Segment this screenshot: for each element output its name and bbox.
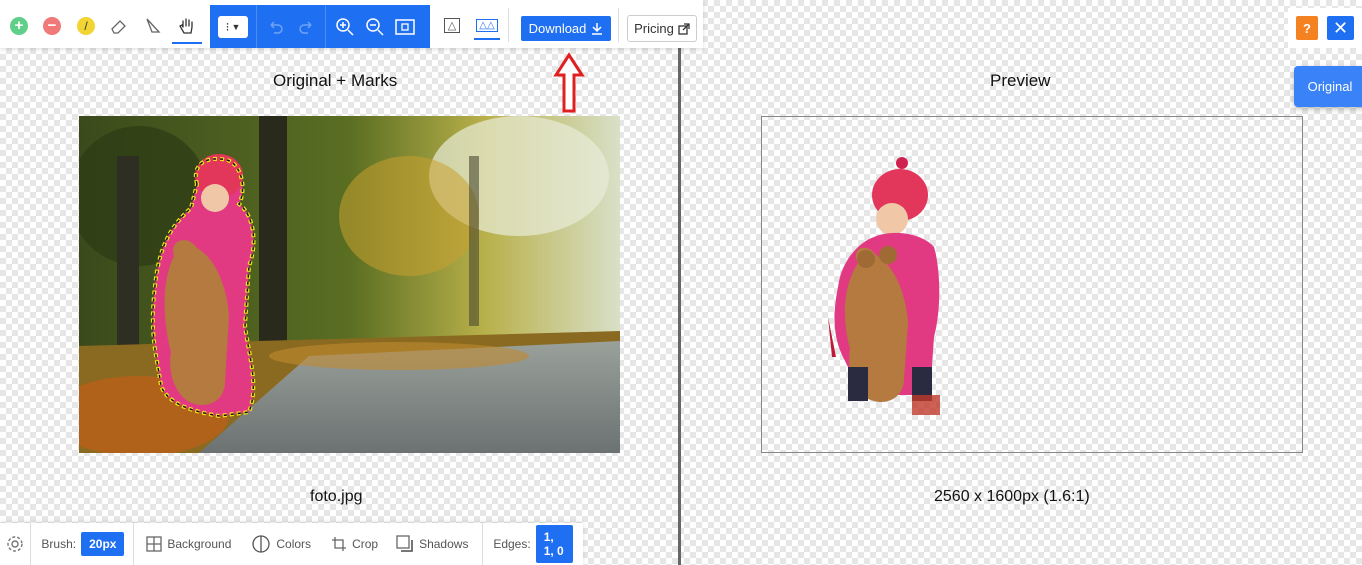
crop-button[interactable]: Crop [321,536,388,552]
close-button[interactable]: ✕ [1327,16,1354,40]
dimensions-caption: 2560 x 1600px (1.6:1) [934,488,1090,505]
background-grid-icon [146,536,162,552]
separator [508,8,509,42]
original-image[interactable] [79,116,620,453]
bottom-toolbar: Brush: 20px Background Colors Crop Shado… [0,523,583,565]
hand-icon [179,18,193,34]
brush-size-value[interactable]: 20px [81,532,125,556]
background-label: Background [167,537,232,551]
gear-icon [7,536,23,552]
red-arrow-annotation [553,52,585,113]
mode-dropdown[interactable]: ⁝ ▼ [218,15,248,38]
mode-label: ⁝ [225,19,230,34]
top-toolbar: + − / ⁝ ▼ △ △△ Download Pricing [0,0,703,48]
help-label: ? [1303,20,1311,36]
add-mark-button[interactable]: + [4,11,34,41]
pricing-label: Pricing [634,21,674,36]
download-label: Download [528,21,587,36]
zoom-in-button[interactable] [330,12,360,42]
split-view-button[interactable]: △△ [474,12,500,40]
redo-icon [299,20,312,34]
history-zoom-group: ⁝ ▼ [210,5,430,48]
eraser-button[interactable] [104,11,134,41]
close-icon: ✕ [1332,17,1349,38]
background-button[interactable]: Background [134,536,241,552]
shadow-icon [396,535,413,552]
edges-control[interactable]: Edges: 1, 1, 0 [483,525,583,563]
zoom-in-icon [336,17,354,36]
photo-scene [79,116,620,453]
undo-icon [270,20,283,34]
crop-icon [332,537,347,551]
single-view-button[interactable]: △ [439,14,465,36]
fit-screen-button[interactable] [390,12,420,42]
half-circle-icon [252,535,271,553]
eraser-icon [111,20,126,34]
chevron-down-icon: ▼ [231,21,241,32]
crop-label: Crop [352,537,379,551]
brush-size-control[interactable]: Brush: 20px [30,532,133,556]
separator [618,8,619,42]
edge-brush-button[interactable]: / [71,11,101,41]
preview-image[interactable] [761,116,1303,453]
split-view-icon: △△ [476,18,498,32]
brush-label: Brush: [41,537,77,551]
original-toggle-button[interactable]: Original [1294,66,1362,107]
cutout-preview [828,157,940,415]
settings-button[interactable] [0,535,30,553]
slash-icon: / [77,17,95,35]
scalpel-button[interactable] [138,11,168,41]
shadows-label: Shadows [419,537,469,551]
remove-mark-button[interactable]: − [37,11,67,41]
original-label: Original [1307,79,1353,94]
download-icon [592,23,603,35]
pricing-button[interactable]: Pricing [627,15,697,42]
plus-icon: + [10,17,28,35]
edges-value[interactable]: 1, 1, 0 [535,525,574,563]
right-panel-title: Preview [990,71,1051,90]
left-panel-title: Original + Marks [273,71,398,90]
edges-label: Edges: [493,537,531,551]
shadows-button[interactable]: Shadows [388,535,482,553]
zoom-out-icon [366,17,384,36]
separator [325,5,326,48]
download-button[interactable]: Download [521,16,611,41]
separator [256,5,257,48]
scalpel-icon [146,18,161,33]
help-button[interactable]: ? [1296,16,1318,40]
pan-hand-button[interactable] [172,10,202,44]
panel-divider[interactable] [678,0,681,565]
zoom-out-button[interactable] [360,12,390,42]
fit-screen-icon [395,18,415,35]
minus-icon: − [43,17,61,35]
undo-button[interactable] [261,12,291,42]
filename-caption: foto.jpg [310,488,363,505]
single-view-icon: △ [443,17,461,33]
external-link-icon [678,22,690,35]
colors-button[interactable]: Colors [241,534,321,554]
colors-label: Colors [276,537,312,551]
redo-button[interactable] [291,12,321,42]
